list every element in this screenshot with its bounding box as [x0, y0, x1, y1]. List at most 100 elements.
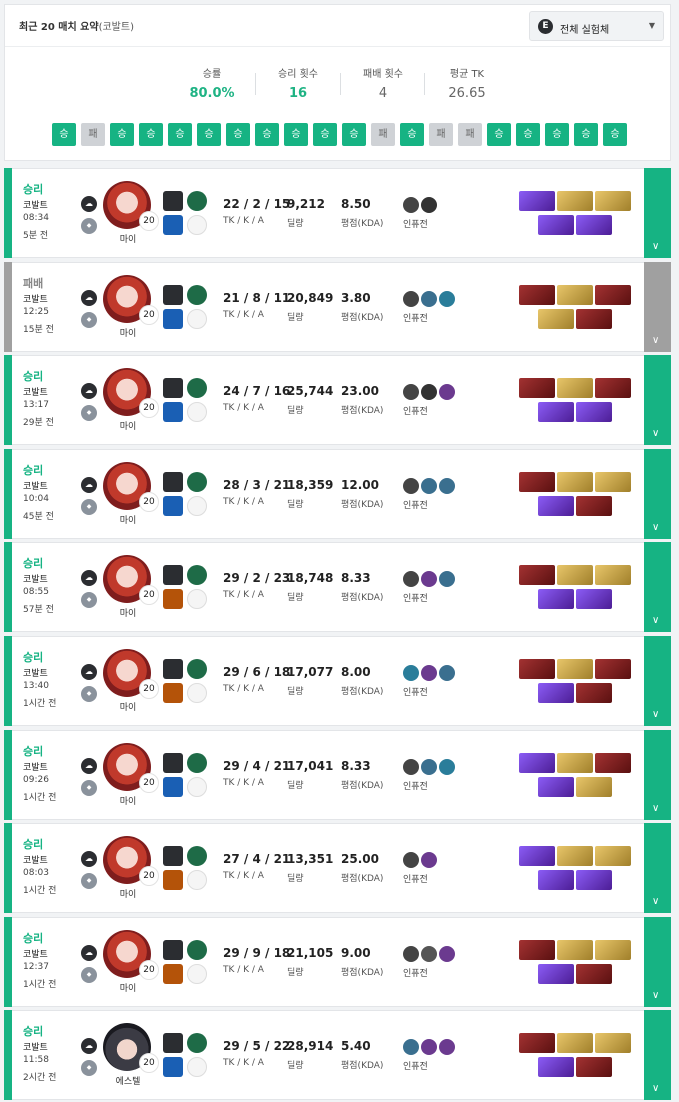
equipment-item-icon[interactable]: [576, 495, 612, 516]
equipment-item-icon[interactable]: [538, 683, 574, 703]
equipment-item-icon[interactable]: [519, 191, 555, 211]
equipment-item-icon[interactable]: [576, 776, 612, 797]
equipment-item-icon[interactable]: [557, 846, 593, 867]
match-card[interactable]: 승리 코발트 09:26 1시간 전 ☁ ◆ 20 마이 29 / 4 / 21…: [4, 729, 671, 820]
character-name: 마이: [119, 890, 137, 901]
equipment-item-icon[interactable]: [519, 1033, 555, 1054]
equipment-item-icon[interactable]: [595, 471, 631, 492]
equipment-item-icon[interactable]: [538, 215, 574, 235]
equipment-item-icon[interactable]: [576, 1057, 612, 1078]
infusion-icon: [421, 384, 437, 401]
equipment-item-icon[interactable]: [519, 752, 555, 773]
expand-toggle[interactable]: ∨: [644, 1010, 671, 1101]
result-color-bar: [4, 823, 12, 914]
infusion-icon: [439, 477, 455, 494]
infusion-icon: [439, 290, 455, 307]
sub-trait-icon: [187, 215, 207, 235]
equipment-item-icon[interactable]: [557, 659, 593, 679]
weather-cloud-icon: ☁: [81, 196, 97, 212]
equipment-item-icon[interactable]: [538, 776, 574, 797]
result-chip: 승: [197, 123, 221, 146]
equipment-item-icon[interactable]: [557, 191, 593, 211]
match-time-ago: 29분 전: [23, 418, 54, 429]
expand-toggle[interactable]: ∨: [644, 355, 671, 446]
equipment-item-icon[interactable]: [519, 378, 555, 399]
equipment-item-icon[interactable]: [595, 752, 631, 773]
equipment-item-icon[interactable]: [519, 939, 555, 960]
match-card[interactable]: 승리 코발트 13:40 1시간 전 ☁ ◆ 20 마이 29 / 6 / 18…: [4, 636, 671, 726]
equipment-item-icon[interactable]: [538, 402, 574, 423]
equipment-item-icon[interactable]: [576, 870, 612, 891]
match-card[interactable]: 승리 코발트 12:37 1시간 전 ☁ ◆ 20 마이 29 / 9 / 18…: [4, 916, 671, 1007]
expand-toggle[interactable]: ∨: [644, 542, 671, 633]
score-label: 평점(KDA): [341, 780, 384, 791]
equipment-item-icon[interactable]: [576, 308, 612, 329]
infusion-icon: [439, 384, 455, 401]
match-card[interactable]: 승리 코발트 08:03 1시간 전 ☁ ◆ 20 마이 27 / 4 / 21…: [4, 823, 671, 914]
equipment-item-icon[interactable]: [576, 589, 612, 610]
equipment-item-icon[interactable]: [519, 471, 555, 492]
equipment-item-icon[interactable]: [576, 215, 612, 235]
character-level: 20: [139, 959, 159, 980]
kda-value: 24 / 7 / 16: [223, 384, 291, 399]
expand-toggle[interactable]: ∨: [644, 729, 671, 820]
match-card[interactable]: 승리 코발트 13:17 29분 전 ☁ ◆ 20 마이 24 / 7 / 16…: [4, 355, 671, 446]
equipment-item-icon[interactable]: [576, 963, 612, 984]
expand-toggle[interactable]: ∨: [644, 636, 671, 726]
expand-toggle[interactable]: ∨: [644, 261, 671, 352]
equipment-item-icon[interactable]: [595, 191, 631, 211]
equipment-item-icon[interactable]: [519, 846, 555, 867]
equipment-item-icon[interactable]: [557, 378, 593, 399]
tier-icon: ◆: [81, 218, 97, 234]
equipment-item-icon[interactable]: [557, 752, 593, 773]
equipment-item-icon[interactable]: [557, 939, 593, 960]
match-card[interactable]: 승리 코발트 08:55 57분 전 ☁ ◆ 20 마이 29 / 2 / 23…: [4, 542, 671, 633]
equipment-item-icon[interactable]: [538, 1057, 574, 1078]
damage-label: 딜량: [287, 1061, 304, 1072]
match-card[interactable]: 패배 코발트 12:25 15분 전 ☁ ◆ 20 마이 21 / 8 / 11…: [4, 261, 671, 352]
equipment-item-icon[interactable]: [557, 1033, 593, 1054]
equipment-item-icon[interactable]: [519, 284, 555, 305]
equipment-item-icon[interactable]: [538, 589, 574, 610]
equipment-item-icon[interactable]: [576, 402, 612, 423]
expand-toggle[interactable]: ∨: [644, 168, 671, 258]
equipment-item-icon[interactable]: [538, 963, 574, 984]
infusion-icon: [403, 197, 419, 213]
match-result: 패배: [23, 276, 44, 290]
result-color-bar: [4, 355, 12, 446]
expand-toggle[interactable]: ∨: [644, 448, 671, 539]
equipment-item-icon[interactable]: [595, 939, 631, 960]
equipment-item-icon[interactable]: [538, 495, 574, 516]
match-result: 승리: [23, 651, 44, 664]
equipment-item-icon[interactable]: [595, 659, 631, 679]
equipment-item-icon[interactable]: [557, 471, 593, 492]
expand-toggle[interactable]: ∨: [644, 823, 671, 914]
character-name: 마이: [119, 328, 137, 339]
damage-value: 18,359: [287, 477, 334, 492]
equipment-item-icon[interactable]: [519, 565, 555, 586]
expand-toggle[interactable]: ∨: [644, 916, 671, 1007]
result-chip: 승: [342, 123, 366, 146]
equipment-item-icon[interactable]: [557, 565, 593, 586]
character-name: 마이: [119, 703, 137, 713]
equipment-item-icon[interactable]: [538, 870, 574, 891]
match-card[interactable]: 승리 코발트 08:34 5분 전 ☁ ◆ 20 마이 22 / 2 / 15 …: [4, 168, 671, 258]
equipment-item-icon[interactable]: [595, 1033, 631, 1054]
damage-value: 28,914: [287, 1039, 334, 1054]
equipment-item-icon[interactable]: [557, 284, 593, 305]
equipment-item-icon[interactable]: [595, 565, 631, 586]
sub-trait-icon: [187, 402, 207, 423]
character-level: 20: [139, 211, 159, 231]
equipment-item-icon[interactable]: [576, 683, 612, 703]
equipment-item-icon[interactable]: [595, 284, 631, 305]
weapon-skill-icon: [163, 939, 183, 960]
match-card[interactable]: 승리 코발트 11:58 2시간 전 ☁ ◆ 20 에스텔 29 / 5 / 2…: [4, 1010, 671, 1101]
match-result: 승리: [23, 1025, 44, 1039]
equipment-item-icon[interactable]: [538, 308, 574, 329]
match-card[interactable]: 승리 코발트 10:04 45분 전 ☁ ◆ 20 마이 28 / 3 / 21…: [4, 448, 671, 539]
equipment-item-icon[interactable]: [519, 659, 555, 679]
damage-value: 17,041: [287, 758, 334, 773]
equipment-item-icon[interactable]: [595, 378, 631, 399]
character-filter-dropdown[interactable]: E 전체 실험체 ▼: [529, 11, 664, 41]
equipment-item-icon[interactable]: [595, 846, 631, 867]
